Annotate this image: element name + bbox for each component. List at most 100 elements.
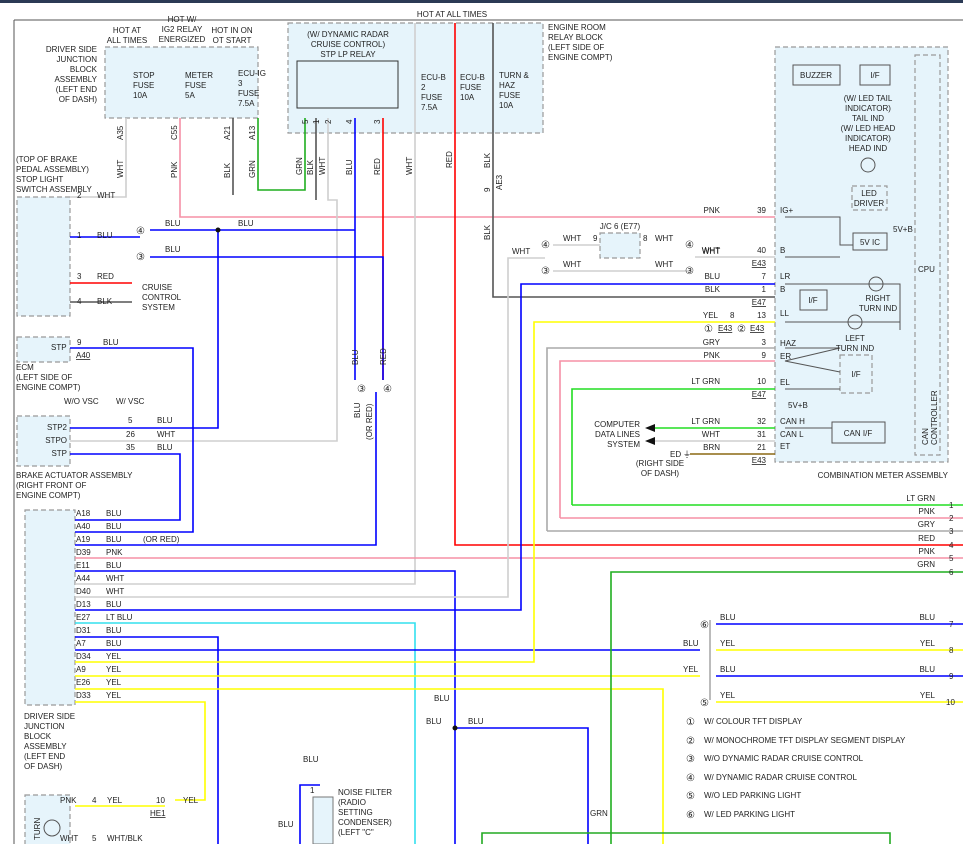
- ecu-b2-fuse: ECU-B: [421, 73, 446, 82]
- diagram-shape: [452, 725, 458, 731]
- diagram-label: 8: [730, 311, 735, 320]
- diagram-label: 1: [762, 285, 767, 294]
- diagram-label: LR: [780, 272, 790, 281]
- diagram-label: YEL: [920, 639, 936, 648]
- relay-label: (W/ DYNAMIC RADAR: [307, 30, 389, 39]
- diagram-label: 5V+B: [788, 401, 808, 410]
- diagram-label: LEFT: [845, 334, 865, 343]
- wire-label: BLU: [157, 443, 173, 452]
- diagram-label: CAN L: [780, 430, 804, 439]
- wiring-diagram: DRIVER SIDE JUNCTION BLOCK ASSEMBLY (LEF…: [0, 0, 963, 844]
- ecm-label: ENGINE COMPT): [16, 383, 81, 392]
- wire-label: (OR RED): [143, 535, 180, 544]
- diagram-label: BLU: [434, 694, 450, 703]
- diagram-label: RIGHT: [866, 294, 891, 303]
- variant-marker: ③: [357, 384, 366, 395]
- bottom-jb-label: ASSEMBLY: [24, 742, 67, 751]
- diagram-label: I/F: [808, 296, 817, 305]
- diagram-label: 3: [949, 527, 954, 536]
- pin-label: 1: [77, 231, 82, 240]
- ground-icon: ⏚: [683, 450, 691, 459]
- pin-name: STP: [51, 343, 67, 352]
- diagram-label: 5V IC: [860, 238, 880, 247]
- diagram-label: GRY: [918, 520, 936, 529]
- diagram-label: LT GRN: [906, 494, 935, 503]
- wire-label: BLK: [306, 159, 315, 175]
- driver-jb-label: OF DASH): [59, 95, 98, 104]
- wire-label: PNK: [170, 161, 179, 178]
- bottom-jb-label: DRIVER SIDE: [24, 712, 75, 721]
- pin-name: STP: [51, 449, 67, 458]
- ecu-ig-fuse: ECU-IG: [238, 69, 266, 78]
- diagram-label: BLU: [919, 613, 935, 622]
- pin-label: A35: [116, 125, 125, 140]
- noise-filter-label: CONDENSER): [338, 818, 392, 827]
- relay-block-label: RELAY BLOCK: [548, 33, 604, 42]
- wire-ecm-blu: [70, 347, 194, 533]
- diagram-label: HE1: [150, 809, 166, 818]
- ground-label: ED: [670, 450, 681, 459]
- wire-label: BLU: [345, 159, 354, 175]
- wire-label: GRN: [248, 160, 257, 178]
- meter-title: COMBINATION METER ASSEMBLY: [818, 471, 949, 480]
- cruise-label: CONTROL: [142, 293, 182, 302]
- variant-marker: ③: [541, 266, 550, 277]
- wire-d13-blu: [75, 283, 775, 611]
- relay-label: CRUISE CONTROL): [311, 40, 386, 49]
- variant-label: W/ VSC: [116, 397, 145, 406]
- noise-filter-label: (LEFT "C": [338, 828, 374, 837]
- bottom-jb-label: BLOCK: [24, 732, 52, 741]
- diagram-label: RED: [918, 534, 935, 543]
- diagram-label: 3: [762, 338, 767, 347]
- bottom-jb-label: (LEFT END: [24, 752, 65, 761]
- wire-label: RED: [445, 151, 454, 168]
- diagram-label: E47: [752, 390, 767, 399]
- bottom-jb-label: OF DASH): [24, 762, 63, 771]
- diagram-label: ⑤: [700, 698, 709, 709]
- diagram-label: BLU: [720, 665, 736, 674]
- diagram-label: ⑤: [686, 791, 695, 802]
- diagram-label: A44: [76, 574, 91, 583]
- diagram-label: WHT: [702, 246, 720, 255]
- diagram-label: YEL: [920, 691, 936, 700]
- diagram-label: INDICATOR): [845, 134, 891, 143]
- diagram-label: E11: [76, 561, 90, 570]
- diagram-label: BLU: [468, 717, 484, 726]
- diagram-label: A18: [76, 509, 91, 518]
- wire-label: BLK: [97, 297, 113, 306]
- turn-haz-fuse: HAZ: [499, 81, 515, 90]
- diagram-label: D31: [76, 626, 91, 635]
- brake-actuator-label: (RIGHT FRONT OF: [16, 481, 86, 490]
- diagram-label: BLK: [705, 285, 721, 294]
- diagram-label: PNK: [919, 547, 936, 556]
- diagram-label: LT BLU: [106, 613, 133, 622]
- stop-switch-label: PEDAL ASSEMBLY): [16, 165, 89, 174]
- pin-label: 9: [483, 187, 492, 192]
- ecu-b-fuse: ECU-B: [460, 73, 485, 82]
- hot-label: HOT W/: [168, 15, 198, 24]
- diagram-label: WHT: [106, 574, 124, 583]
- pin-label: 26: [126, 430, 135, 439]
- pin-label: C55: [170, 125, 179, 140]
- pin-label: A13: [248, 125, 257, 140]
- wire-label: WHT: [157, 430, 175, 439]
- diagram-label: PNK: [106, 548, 123, 557]
- wire-label: BLU: [165, 245, 181, 254]
- driver-jb-box: [104, 46, 259, 119]
- diagram-label: BLU: [106, 522, 122, 531]
- diagram-label: W/ DYNAMIC RADAR CRUISE CONTROL: [704, 773, 857, 782]
- diagram-label: D40: [76, 587, 91, 596]
- diagram-label: TURN IND: [836, 344, 874, 353]
- relay-pin: 3: [373, 119, 382, 124]
- pin-name: STP2: [47, 423, 68, 432]
- diagram-label: A19: [76, 535, 91, 544]
- pin-label: 9: [593, 234, 598, 243]
- relay-pin: 5: [301, 119, 310, 124]
- diagram-label: BLU: [426, 717, 442, 726]
- diagram-label: 5: [92, 834, 97, 843]
- wire-label: BLK: [223, 162, 232, 178]
- diagram-label: 9: [762, 351, 767, 360]
- diagram-label: IG+: [780, 206, 793, 215]
- diagram-label: YEL: [720, 639, 736, 648]
- diagram-label: E47: [752, 298, 767, 307]
